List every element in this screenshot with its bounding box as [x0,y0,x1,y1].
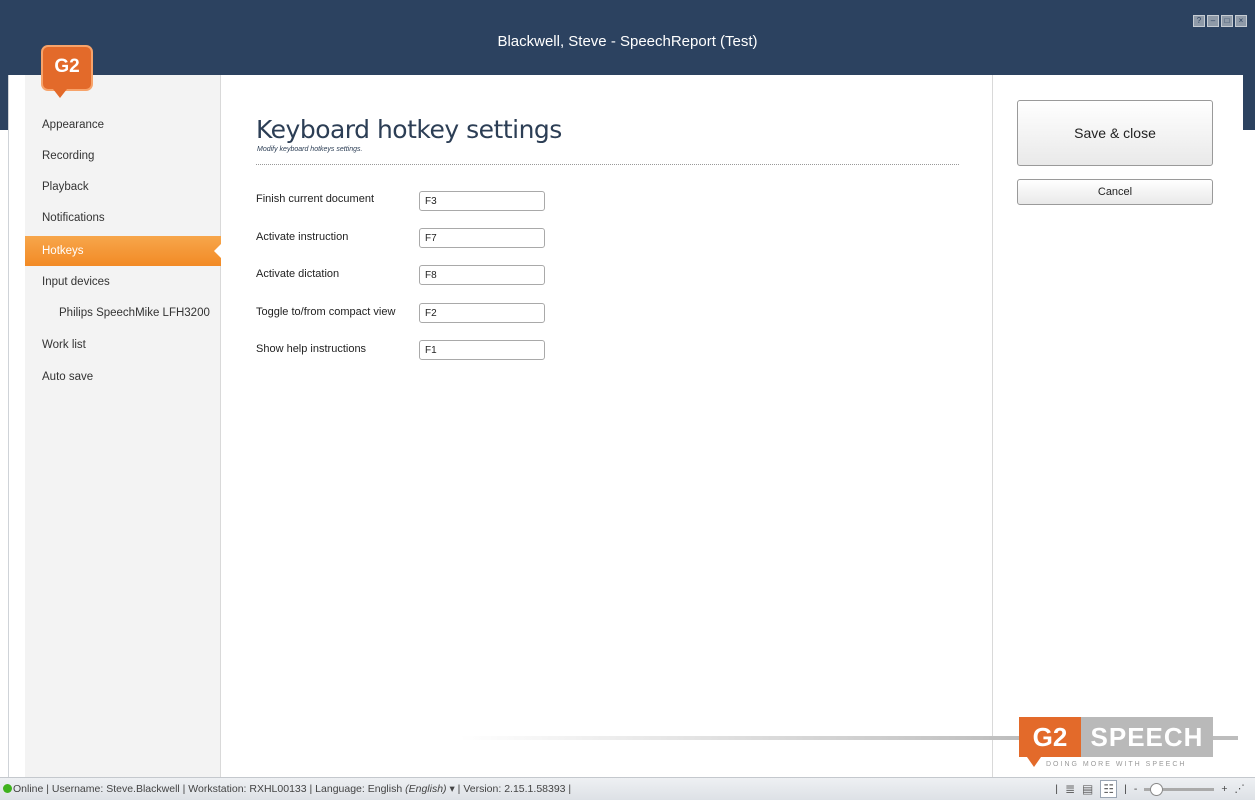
sidebar-item-playback[interactable]: Playback [25,172,221,202]
zoom-in-icon[interactable]: + [1221,778,1227,800]
separator: | [1124,783,1127,795]
brand-line-end [1213,736,1238,740]
save-close-button[interactable]: Save & close [1017,100,1213,166]
chevron-down-icon: ▾ [449,783,455,795]
list-view-icon[interactable]: ≣ [1065,778,1075,800]
resize-grip-icon[interactable]: ⋰ [1235,778,1246,800]
sidebar-item-input-devices[interactable]: Input devices [25,267,221,297]
zoom-slider[interactable] [1144,782,1215,796]
sidebar-item-appearance[interactable]: Appearance [25,110,221,140]
window-controls: ? – □ × [1193,15,1247,27]
status-version-label: Version: [463,783,502,795]
zoom-slider-thumb[interactable] [1150,782,1164,796]
hotkey-label-toggle-compact-view: Toggle to/from compact view [256,306,396,318]
g2-logo: G2 [41,45,93,98]
settings-sidebar: Appearance Recording Playback Notificati… [25,75,222,777]
hotkey-label-finish-document: Finish current document [256,193,374,205]
status-language-native: (English) [405,783,447,795]
status-workstation-label: Workstation: [188,783,247,795]
status-online: Online [13,783,44,795]
sidebar-item-hotkeys[interactable]: Hotkeys [25,236,222,266]
page-subtitle: Modify keyboard hotkeys settings. [257,146,363,153]
split-view-icon[interactable]: ▤ [1082,778,1093,800]
window-frame-left [0,75,8,130]
hotkey-input-show-help[interactable]: F1 [419,340,545,360]
hotkey-label-activate-instruction: Activate instruction [256,231,349,243]
language-selector[interactable]: English (English) ▾ [368,783,458,795]
status-language-label: Language: [315,783,365,795]
page-title: Keyboard hotkey settings [256,115,562,144]
window-frame-right [1243,75,1255,130]
hotkey-input-finish-document[interactable]: F3 [419,191,545,211]
brand-speech-text: SPEECH [1081,717,1213,757]
sidebar-item-philips-speechmike[interactable]: Philips SpeechMike LFH3200 [25,298,221,328]
help-icon[interactable]: ? [1193,15,1205,27]
hotkey-label-activate-dictation: Activate dictation [256,268,340,280]
hotkey-label-show-help: Show help instructions [256,343,367,355]
status-version: 2.15.1.58393 [504,783,566,795]
hotkey-input-toggle-compact-view[interactable]: F2 [419,303,545,323]
minimize-icon[interactable]: – [1207,15,1219,27]
brand-line [460,736,1020,740]
view-controls: | ≣ ▤ ☷ | - + ⋰ [1055,778,1245,800]
brand-g2-text: G2 [1019,717,1081,767]
status-text: Online | Username: Steve.Blackwell | Wor… [13,783,572,795]
zoom-out-icon[interactable]: - [1134,778,1138,800]
title-bar: Blackwell, Steve - SpeechReport (Test) ?… [0,0,1255,75]
g2speech-brand: G2 SPEECH [1019,717,1213,767]
status-workstation: RXHL00133 [249,783,307,795]
status-username: Steve.Blackwell [106,783,180,795]
close-icon[interactable]: × [1235,15,1247,27]
status-language: English [367,783,403,795]
sidebar-item-recording[interactable]: Recording [25,141,221,171]
sidebar-item-auto-save[interactable]: Auto save [25,362,221,392]
separator: | [1055,783,1058,795]
window-title: Blackwell, Steve - SpeechReport (Test) [497,33,758,50]
sidebar-item-notifications[interactable]: Notifications [25,203,221,233]
status-bar: Online | Username: Steve.Blackwell | Wor… [0,777,1255,800]
maximize-icon[interactable]: □ [1221,15,1233,27]
hotkey-input-activate-dictation[interactable]: F8 [419,265,545,285]
title-divider [256,164,959,165]
sidebar-item-work-list[interactable]: Work list [25,330,221,360]
brand-tagline: DOING MORE WITH SPEECH [1046,761,1187,768]
status-username-label: Username: [51,783,104,795]
online-status-icon [3,784,12,793]
hotkey-input-activate-instruction[interactable]: F7 [419,228,545,248]
compact-view-icon[interactable]: ☷ [1100,780,1118,798]
cancel-button[interactable]: Cancel [1017,179,1213,205]
